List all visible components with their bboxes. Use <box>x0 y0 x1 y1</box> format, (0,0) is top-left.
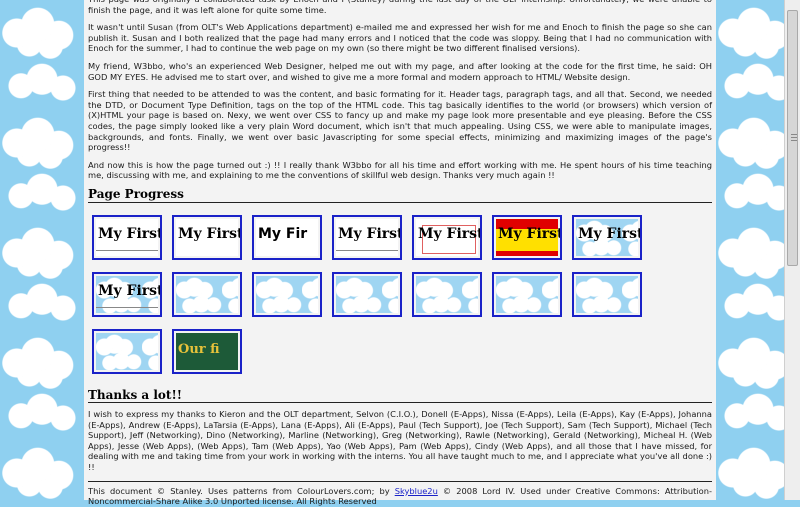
thumbnail-background <box>416 275 478 313</box>
thumbnail-background <box>576 275 638 313</box>
progress-thumbnail[interactable] <box>572 271 642 317</box>
thumbnail-background <box>96 332 158 370</box>
main-content: This page was originally a collaborated … <box>84 0 716 506</box>
thumbnail-background <box>336 275 398 313</box>
progress-thumbnail[interactable] <box>332 271 402 317</box>
cloud-pattern-left <box>0 0 84 500</box>
scrollbar-thumb[interactable] <box>787 10 798 266</box>
vertical-scrollbar[interactable] <box>784 0 800 500</box>
page-progress-heading: Page Progress <box>88 188 712 203</box>
thumbnail-rule <box>96 249 158 251</box>
thumbnail-caption: My Fir <box>258 225 308 242</box>
thanks-text: I wish to express my thanks to Kieron an… <box>88 409 712 473</box>
progress-thumbnail[interactable]: My First <box>92 214 162 260</box>
progress-thumbnail[interactable]: Our fi <box>172 328 242 374</box>
progress-thumbnail[interactable] <box>492 271 562 317</box>
thumbnail-caption: Our fi <box>178 341 220 357</box>
footer-divider <box>88 480 712 482</box>
thumbnail-caption: My First <box>98 282 162 299</box>
thumbnail-background <box>176 275 238 313</box>
thumbnail-caption: My First <box>338 225 402 242</box>
progress-thumbnail[interactable] <box>252 271 322 317</box>
progress-gallery: My First My First My Fir My First My First My… <box>92 214 712 374</box>
intro-paragraph-2: It wasn't until Susan (from OLT's Web Ap… <box>88 22 712 54</box>
intro-paragraph-5: And now this is how the page turned out … <box>88 159 712 181</box>
cloud-pattern-right <box>716 0 784 500</box>
progress-thumbnail[interactable]: My First <box>412 214 482 260</box>
thumbnail-caption: My First <box>498 225 562 242</box>
progress-thumbnail[interactable]: My First <box>172 214 242 260</box>
thumbnail-red-band <box>496 250 558 256</box>
thumbnail-caption: My First <box>98 225 162 242</box>
intro-paragraph-4: First thing that needed to be attended t… <box>88 89 712 153</box>
thumbnail-caption: My First <box>178 225 242 242</box>
progress-thumbnail[interactable]: My Fir <box>252 214 322 260</box>
thumbnail-rule <box>336 249 398 251</box>
thumbnail-background <box>496 275 558 313</box>
thanks-heading: Thanks a lot!! <box>88 389 712 404</box>
progress-thumbnail[interactable]: My First <box>92 271 162 317</box>
thumbnail-caption: My First <box>418 225 482 242</box>
progress-thumbnail[interactable]: My First <box>492 214 562 260</box>
progress-thumbnail[interactable] <box>92 328 162 374</box>
intro-paragraph-3: My friend, W3bbo, who's an experienced W… <box>88 60 712 82</box>
progress-thumbnail[interactable]: My First <box>572 214 642 260</box>
progress-thumbnail[interactable]: My First <box>332 214 402 260</box>
thumbnail-rule <box>96 306 158 308</box>
thanks-section: Thanks a lot!! I wish to express my than… <box>88 389 712 473</box>
thumbnail-caption: My First <box>578 225 642 242</box>
thumbnail-background <box>256 275 318 313</box>
footer-text: This document © Stanley. Uses patterns f… <box>88 486 712 507</box>
footer-text-before: This document © Stanley. Uses patterns f… <box>88 485 395 496</box>
page-progress-section: Page Progress My First My First My Fir My F… <box>88 188 712 374</box>
progress-thumbnail[interactable] <box>412 271 482 317</box>
progress-thumbnail[interactable] <box>172 271 242 317</box>
intro-paragraph-1: This page was originally a collaborated … <box>88 0 712 15</box>
skyblue2u-link[interactable]: Skyblue2u <box>395 486 438 496</box>
